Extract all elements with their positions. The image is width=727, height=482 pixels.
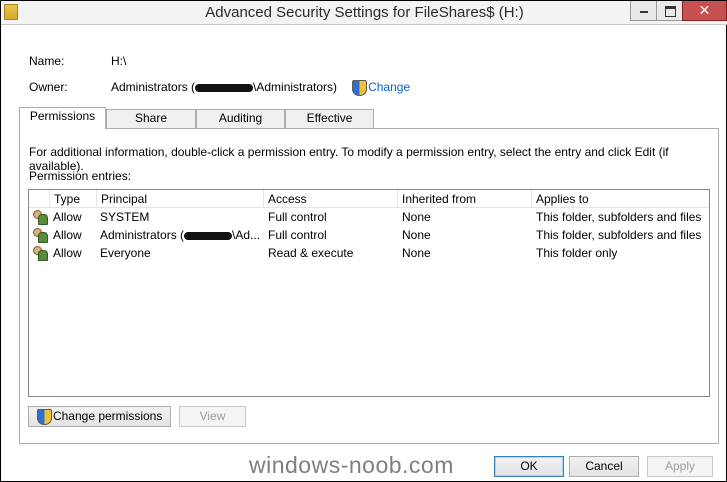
cancel-button[interactable]: Cancel xyxy=(569,456,639,477)
permission-entries-list[interactable]: Type Principal Access Inherited from App… xyxy=(28,189,710,397)
user-group-icon xyxy=(32,210,48,225)
change-owner-link[interactable]: Change xyxy=(368,80,410,94)
column-header-access[interactable]: Access xyxy=(263,190,398,208)
close-button[interactable]: ✕ xyxy=(682,1,727,21)
title-bar[interactable]: Advanced Security Settings for FileShare… xyxy=(1,1,727,25)
owner-suffix: \Administrators) xyxy=(253,80,338,94)
window-title: Advanced Security Settings for FileShare… xyxy=(205,4,524,21)
advanced-security-dialog: Advanced Security Settings for FileShare… xyxy=(0,0,727,482)
owner-prefix: Administrators ( xyxy=(111,80,196,94)
column-header-applies-to[interactable]: Applies to xyxy=(531,190,709,208)
entry-principal: Administrators ( \Ad... xyxy=(96,226,262,244)
permission-entries-label: Permission entries: xyxy=(29,169,132,183)
uac-shield-icon xyxy=(36,409,52,425)
redacted-domain xyxy=(195,83,254,92)
watermark: windows-noob.com xyxy=(249,452,454,478)
view-button[interactable]: View xyxy=(179,406,246,427)
entry-principal: Everyone xyxy=(100,246,151,260)
user-group-icon xyxy=(32,228,48,243)
minimize-button[interactable] xyxy=(630,1,656,21)
change-permissions-label: Change permissions xyxy=(52,409,163,423)
entry-inherited: None xyxy=(402,228,431,242)
user-group-icon xyxy=(32,246,48,261)
column-header-principal[interactable]: Principal xyxy=(96,190,264,208)
table-row[interactable]: Allow Everyone Read & execute None This … xyxy=(29,244,709,262)
ok-button[interactable]: OK xyxy=(494,456,564,477)
entry-access: Full control xyxy=(268,228,327,242)
entry-type: Allow xyxy=(53,228,82,242)
name-label: Name: xyxy=(29,54,65,68)
apply-button[interactable]: Apply xyxy=(647,456,713,477)
entry-inherited: None xyxy=(402,210,431,224)
uac-shield-icon xyxy=(351,80,367,96)
entry-type: Allow xyxy=(53,210,82,224)
entry-principal-prefix: Administrators ( xyxy=(100,228,185,242)
name-value: H:\ xyxy=(111,54,127,68)
entry-inherited: None xyxy=(402,246,431,260)
entry-applies: This folder, subfolders and files xyxy=(536,210,702,224)
change-permissions-button[interactable]: Change permissions xyxy=(28,406,171,427)
entry-access: Read & execute xyxy=(268,246,354,260)
entry-type: Allow xyxy=(53,246,82,260)
owner-value: Administrators ( \Administrators) Change xyxy=(111,80,410,96)
tab-effective-access[interactable]: Effective Access xyxy=(285,109,374,142)
tab-auditing[interactable]: Auditing xyxy=(196,109,285,128)
column-header-inherited-from[interactable]: Inherited from xyxy=(397,190,532,208)
entry-principal-suffix: \Ad... xyxy=(232,228,261,242)
close-icon: ✕ xyxy=(698,2,711,18)
info-text: For additional information, double-click… xyxy=(29,145,669,173)
entry-applies: This folder, subfolders and files xyxy=(536,228,702,242)
tab-share[interactable]: Share xyxy=(106,109,196,128)
owner-label: Owner: xyxy=(29,80,68,94)
table-row[interactable]: Allow SYSTEM Full control None This fold… xyxy=(29,208,709,226)
redacted-domain xyxy=(184,231,233,240)
column-header-type[interactable]: Type xyxy=(49,190,97,208)
entry-access: Full control xyxy=(268,210,327,224)
maximize-button[interactable] xyxy=(656,1,682,21)
list-header: Type Principal Access Inherited from App… xyxy=(29,190,709,208)
entry-principal: SYSTEM xyxy=(100,210,150,224)
entry-applies: This folder only xyxy=(536,246,618,260)
tab-permissions[interactable]: Permissions xyxy=(19,107,106,129)
table-row[interactable]: Allow Administrators ( \Ad... Full contro… xyxy=(29,226,709,244)
